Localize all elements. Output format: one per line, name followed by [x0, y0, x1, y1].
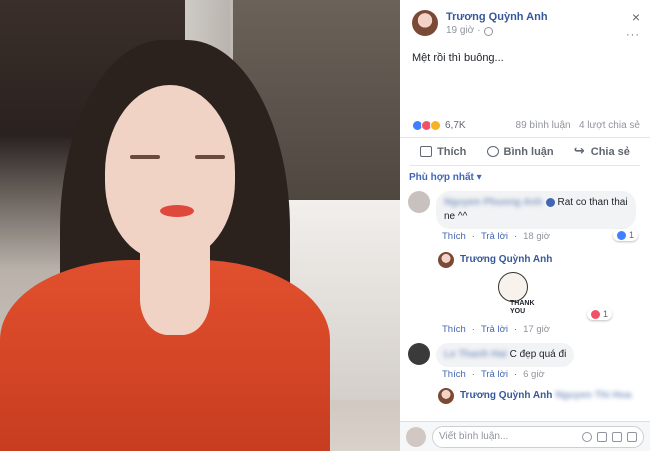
reply-avatar[interactable]	[438, 252, 454, 268]
reply-avatar[interactable]	[438, 388, 454, 404]
sticker-text: THANK YOU	[510, 300, 535, 316]
commenter-name[interactable]: Nguyen Phuong Anh	[444, 197, 543, 208]
share-button[interactable]: Chia sẻ	[574, 143, 630, 159]
commenter-avatar[interactable]	[408, 191, 430, 213]
comment-like-link[interactable]: Thích	[442, 231, 466, 242]
photo-lips	[160, 205, 194, 217]
comment-text: C đẹp quá đi	[509, 349, 567, 360]
emoji-icon[interactable]	[582, 431, 592, 442]
thumbs-up-icon	[420, 146, 433, 157]
comments-list: Nguyen Phuong Anh Rat co than thai ne ^^ …	[400, 191, 650, 404]
close-icon[interactable]: ×	[632, 10, 640, 24]
share-label: Chia sẻ	[590, 145, 630, 158]
reply-header: Trương Quỳnh Anh	[438, 252, 642, 268]
my-avatar	[406, 426, 426, 447]
commenter-name[interactable]: Le Thanh Hai	[444, 349, 507, 360]
commenter-avatar[interactable]	[408, 343, 430, 365]
comment-label: Bình luận	[503, 145, 554, 158]
haha-reaction-icon	[430, 120, 441, 131]
reply-reply-link[interactable]: Trả lời	[481, 324, 508, 335]
share-arrow-icon	[574, 143, 586, 159]
sticker-text-2: YOU	[510, 308, 526, 315]
comment-time[interactable]: 6 giờ	[523, 369, 545, 380]
engagement-counts: 89 bình luận 4 lượt chia sẻ	[516, 120, 640, 131]
like-reaction-icon	[616, 230, 626, 240]
comment-input[interactable]: Viết bình luận...	[432, 425, 644, 448]
comment-text-line-1: Rat co than thai	[557, 197, 628, 208]
comment-bubble: Le Thanh Hai C đẹp quá đi	[436, 343, 575, 367]
comment-item: Nguyen Phuong Anh Rat co than thai ne ^^ …	[408, 191, 642, 241]
comment-actions: Thích · Trả lời · 6 giờ	[442, 369, 545, 380]
reply-actions: Thích · Trả lời · 17 giờ	[442, 324, 550, 335]
like-button[interactable]: Thích	[420, 146, 466, 158]
reply-love-count: 1	[603, 309, 609, 319]
post-stats: 6,7K 89 bình luận 4 lượt chia sẻ	[400, 114, 650, 138]
reply-item: Trương Quỳnh Anh Nguyen Thi Hoa	[408, 388, 642, 404]
photo-face	[105, 85, 235, 260]
comment-item: Le Thanh Hai C đẹp quá đi	[408, 343, 642, 367]
globe-icon[interactable]	[483, 26, 493, 36]
author-avatar[interactable]	[412, 10, 438, 36]
reply-author-name[interactable]: Trương Quỳnh Anh	[460, 388, 552, 404]
like-label: Thích	[437, 145, 467, 158]
reply-author-name[interactable]: Trương Quỳnh Anh	[460, 252, 552, 268]
more-options-icon[interactable]: ···	[626, 30, 640, 41]
comment-input-tools	[582, 431, 637, 442]
post-time[interactable]: 19 giờ	[446, 24, 474, 38]
reply-item: Trương Quỳnh Anh THANK YOU 1 Thích· Trả	[408, 252, 642, 335]
write-comment-bar: Viết bình luận...	[400, 421, 650, 451]
reactions-count: 6,7K	[445, 120, 466, 131]
comment-like-count: 1	[628, 230, 634, 240]
post-photo[interactable]	[0, 0, 400, 451]
reply-mention[interactable]: Nguyen Thi Hoa	[555, 388, 631, 404]
author-name[interactable]: Trương Quỳnh Anh	[446, 10, 548, 24]
comment-like-badge[interactable]: 1	[612, 229, 638, 241]
sticker-text-1: THANK	[510, 300, 535, 307]
comment-bubble: Nguyen Phuong Anh Rat co than thai ne ^^	[436, 191, 636, 229]
comment-actions: Thích · Trả lời · 18 giờ	[442, 231, 550, 242]
sticker-character-icon	[498, 272, 528, 302]
shares-count[interactable]: 4 lượt chia sẻ	[579, 120, 640, 131]
comment-reply-link[interactable]: Trả lời	[481, 231, 508, 242]
reactions-summary[interactable]: 6,7K	[412, 120, 466, 131]
reply-header: Trương Quỳnh Anh Nguyen Thi Hoa	[438, 388, 642, 404]
comment-sort-dropdown[interactable]: Phù hợp nhất ▾	[400, 166, 650, 187]
sticker-icon[interactable]	[627, 431, 637, 442]
photo-eye-left	[130, 155, 160, 159]
comment-button[interactable]: Bình luận	[486, 145, 554, 158]
author-block: Trương Quỳnh Anh 19 giờ ·	[446, 10, 548, 38]
post-meta: 19 giờ ·	[446, 24, 548, 38]
speech-bubble-icon	[486, 146, 499, 157]
post-header: Trương Quỳnh Anh 19 giờ · × ···	[400, 0, 650, 44]
comment-text-line-2: ne ^^	[444, 211, 468, 222]
photo-eye-right	[195, 155, 225, 159]
verified-icon	[545, 197, 555, 207]
reply-love-badge[interactable]: 1	[587, 308, 613, 320]
love-reaction-icon	[591, 309, 600, 319]
reply-like-link[interactable]: Thích	[442, 324, 466, 335]
post-side-panel: Trương Quỳnh Anh 19 giờ · × ··· Mệt rồi …	[400, 0, 650, 451]
post-actions: Thích Bình luận Chia sẻ	[410, 138, 640, 166]
comment-like-link[interactable]: Thích	[442, 369, 466, 380]
reply-time[interactable]: 17 giờ	[523, 324, 550, 335]
comment-input-placeholder: Viết bình luận...	[439, 431, 509, 442]
thank-you-sticker: THANK YOU 1	[488, 272, 613, 322]
gif-icon[interactable]	[612, 431, 622, 442]
camera-icon[interactable]	[597, 431, 607, 442]
comment-time[interactable]: 18 giờ	[523, 231, 550, 242]
post-text: Mệt rồi thì buông...	[412, 52, 504, 64]
comments-count[interactable]: 89 bình luận	[516, 120, 571, 131]
comment-reply-link[interactable]: Trả lời	[481, 369, 508, 380]
photo-viewer: Trương Quỳnh Anh 19 giờ · × ··· Mệt rồi …	[0, 0, 650, 451]
